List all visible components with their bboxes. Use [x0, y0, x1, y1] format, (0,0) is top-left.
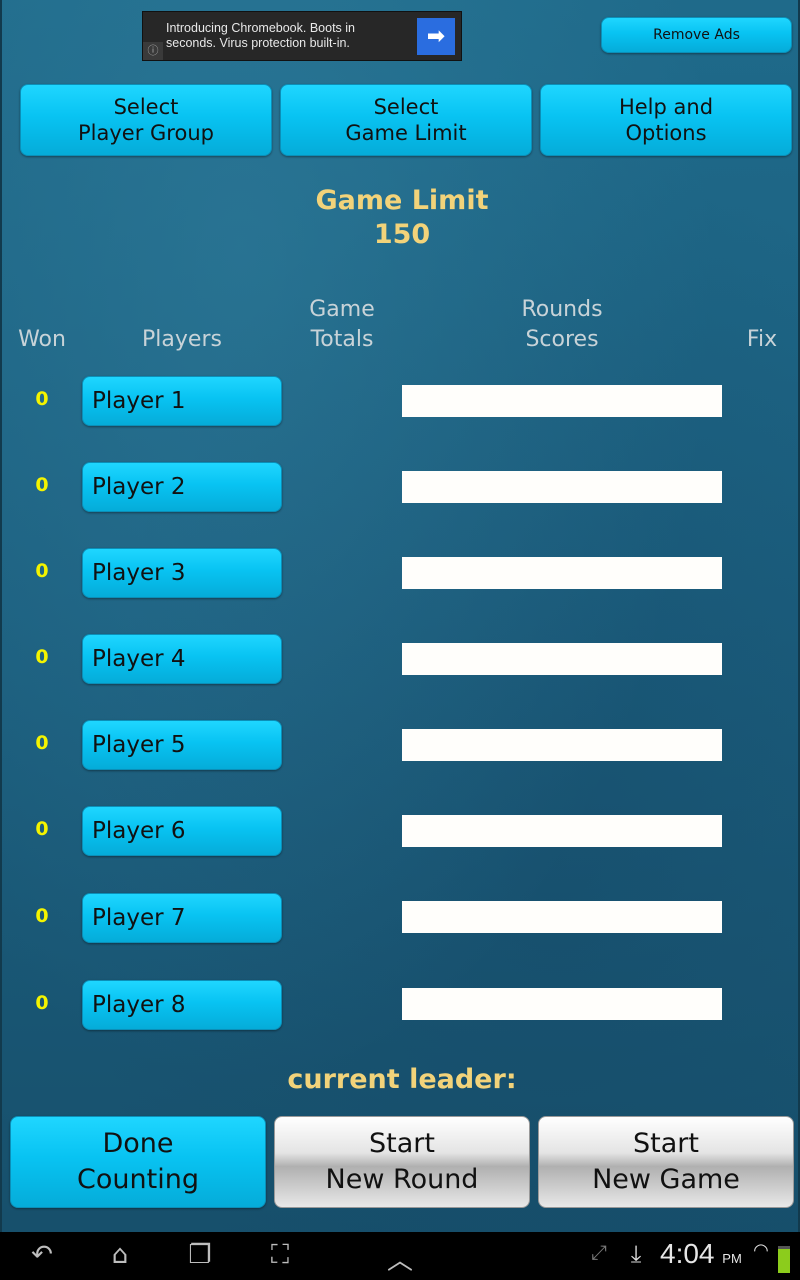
column-header-players: Players	[142, 327, 222, 352]
header-line: Totals	[310, 327, 374, 352]
info-icon[interactable]: ⓘ	[143, 42, 163, 60]
column-header-rounds-scores: Rounds Scores	[492, 295, 632, 355]
round-score-input[interactable]	[402, 988, 722, 1020]
game-limit-value: 150	[373, 219, 431, 250]
ad-banner[interactable]: Introducing Chromebook. Boots in seconds…	[142, 11, 462, 61]
player-name-button[interactable]: Player 4	[82, 634, 282, 684]
arrow-right-icon[interactable]: ➡	[417, 18, 455, 55]
ad-text: Introducing Chromebook. Boots in seconds…	[166, 21, 355, 51]
expand-icon[interactable]: ⤢	[585, 1240, 613, 1264]
column-header-won: Won	[18, 327, 66, 352]
button-label: Select	[373, 95, 439, 119]
current-leader-label: current leader:	[287, 1064, 517, 1095]
start-new-round-button[interactable]: Start New Round	[274, 1116, 530, 1208]
header-line: Game	[309, 297, 375, 322]
won-count: 0	[35, 992, 49, 1014]
button-label: Done	[102, 1128, 174, 1159]
button-label: Game Limit	[345, 121, 467, 145]
round-score-input[interactable]	[402, 815, 722, 847]
game-limit-label: Game Limit	[315, 185, 489, 216]
current-leader: current leader:	[202, 1062, 602, 1098]
wifi-icon: ◠	[753, 1240, 769, 1261]
header-line: Rounds	[521, 297, 603, 322]
column-header-game-totals: Game Totals	[282, 295, 402, 355]
player-name-button[interactable]: Player 6	[82, 806, 282, 856]
player-name-button[interactable]: Player 3	[82, 548, 282, 598]
select-player-group-button[interactable]: Select Player Group	[20, 84, 272, 156]
back-icon[interactable]: ↶	[22, 1240, 62, 1270]
remove-ads-button[interactable]: Remove Ads	[601, 17, 792, 53]
column-header-fix: Fix	[746, 327, 778, 352]
button-label: New Round	[325, 1164, 479, 1195]
button-label: Player Group	[78, 121, 214, 145]
battery-icon	[778, 1246, 790, 1273]
system-navigation-bar: ↶ ⌂ ❐ ⛶ ︿ ⤢ ⤓ 4:04 PM ◠	[0, 1232, 800, 1280]
won-count: 0	[35, 732, 49, 754]
player-name-button[interactable]: Player 2	[82, 462, 282, 512]
player-name-button[interactable]: Player 8	[82, 980, 282, 1030]
help-options-button[interactable]: Help and Options	[540, 84, 792, 156]
won-count: 0	[35, 474, 49, 496]
round-score-input[interactable]	[402, 901, 722, 933]
download-icon: ⤓	[630, 1240, 642, 1268]
round-score-input[interactable]	[402, 557, 722, 589]
won-count: 0	[35, 905, 49, 927]
ad-text-line2: seconds. Virus protection built-in.	[166, 36, 350, 50]
status-clock: 4:04 PM	[660, 1238, 742, 1270]
button-label: New Game	[592, 1164, 740, 1195]
won-count: 0	[35, 560, 49, 582]
button-label: Start	[633, 1128, 699, 1159]
button-label: Select	[113, 95, 179, 119]
round-score-input[interactable]	[402, 471, 722, 503]
won-count: 0	[35, 388, 49, 410]
screenshot-icon[interactable]: ⛶	[260, 1240, 300, 1271]
won-count: 0	[35, 818, 49, 840]
round-score-input[interactable]	[402, 643, 722, 675]
recent-apps-icon[interactable]: ❐	[180, 1240, 220, 1270]
button-label: Start	[369, 1128, 435, 1159]
start-new-game-button[interactable]: Start New Game	[538, 1116, 794, 1208]
clock-ampm: PM	[722, 1251, 742, 1266]
game-limit-display: Game Limit 150	[252, 184, 552, 252]
won-count: 0	[35, 646, 49, 668]
round-score-input[interactable]	[402, 385, 722, 417]
button-label: Options	[625, 121, 707, 145]
button-label: Counting	[77, 1164, 199, 1195]
header-line: Scores	[525, 327, 599, 352]
button-label: Help and	[618, 95, 714, 119]
player-name-button[interactable]: Player 1	[82, 376, 282, 426]
player-name-button[interactable]: Player 7	[82, 893, 282, 943]
ad-text-line1: Introducing Chromebook. Boots in	[166, 21, 355, 35]
player-name-button[interactable]: Player 5	[82, 720, 282, 770]
round-score-input[interactable]	[402, 729, 722, 761]
clock-time: 4:04	[660, 1238, 715, 1269]
app-screen: Introducing Chromebook. Boots in seconds…	[0, 0, 800, 1232]
done-counting-button[interactable]: Done Counting	[10, 1116, 266, 1208]
select-game-limit-button[interactable]: Select Game Limit	[280, 84, 532, 156]
chevron-up-icon[interactable]: ︿	[380, 1240, 420, 1277]
home-icon[interactable]: ⌂	[100, 1240, 140, 1270]
